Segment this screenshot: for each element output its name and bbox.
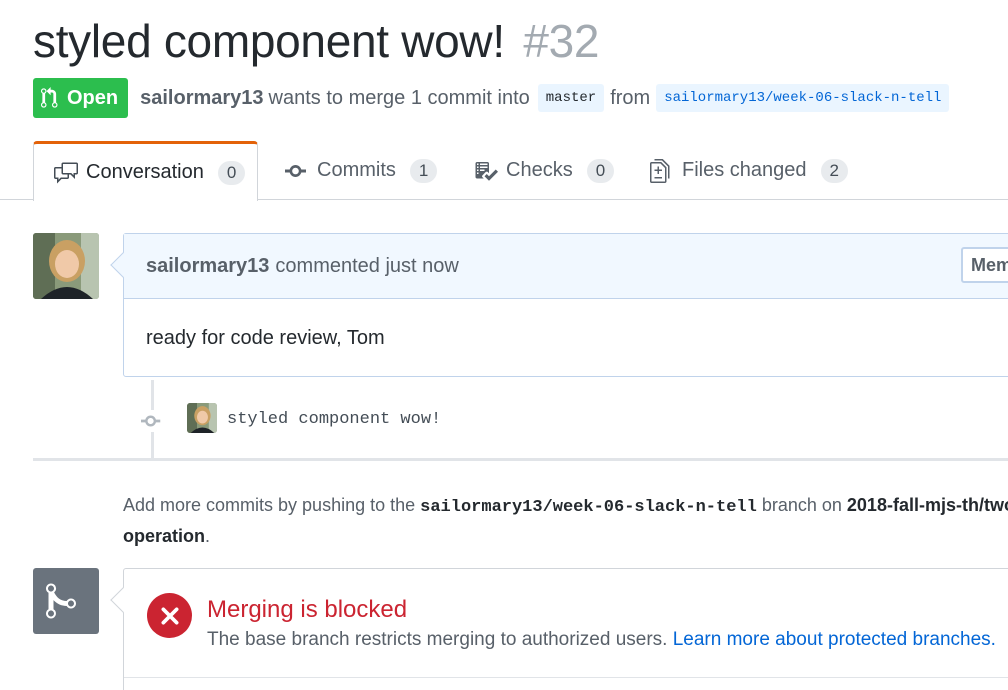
- hint-line2: operation: [123, 526, 206, 546]
- pr-state-badge: Open: [33, 78, 129, 118]
- commit-author-avatar[interactable]: [187, 403, 217, 433]
- git-commit-icon: [285, 164, 306, 177]
- blocked-status-badge: [147, 593, 192, 638]
- commit-dot: [141, 410, 163, 432]
- x-icon: [161, 607, 178, 624]
- comment-body: ready for code review, Tom: [146, 327, 385, 349]
- commit-message-link[interactable]: styled component wow!: [227, 410, 441, 429]
- pr-from-text: from: [610, 86, 651, 109]
- tab-checks-count: 0: [586, 158, 615, 183]
- pr-title: styled component wow! #32: [33, 14, 599, 68]
- diff-icon: [650, 158, 670, 183]
- pr-state-label: Open: [67, 86, 119, 109]
- hint-branch: sailormary13/week-06-slack-n-tell: [420, 498, 757, 517]
- tab-commits-label: Commits: [317, 159, 396, 181]
- merge-caret: [110, 587, 136, 613]
- pr-title-text: styled component wow!: [33, 15, 505, 67]
- push-hint: Add more commits by pushing to the sailo…: [123, 491, 1008, 550]
- comment-author-avatar[interactable]: [33, 233, 99, 299]
- pr-number: #32: [523, 15, 600, 67]
- pr-tabs: Conversation 0 Commits 1 Checks 0 Files …: [0, 141, 1008, 201]
- tab-files-count: 2: [820, 158, 848, 183]
- checklist-icon: [475, 161, 498, 181]
- protected-branches-link[interactable]: Learn more about protected branches.: [673, 629, 996, 650]
- tab-conversation[interactable]: Conversation 0: [33, 141, 258, 201]
- tab-checks-label: Checks: [506, 159, 573, 181]
- merge-blocked-description: The base branch restricts merging to aut…: [207, 629, 996, 651]
- hint-suffix: .: [205, 526, 211, 546]
- comment-discussion-icon: [54, 162, 78, 183]
- git-pull-request-icon: [41, 87, 58, 108]
- comment-header: sailormary13 commented just now Mem: [124, 234, 1008, 299]
- merge-status-icon: [33, 568, 99, 634]
- comment-action[interactable]: commented just now: [275, 255, 458, 278]
- comment-box: sailormary13 commented just now Mem read…: [110, 233, 1008, 377]
- merge-blocked-text: The base branch restricts merging to aut…: [207, 629, 668, 650]
- head-branch[interactable]: sailormary13/week-06-slack-n-tell: [656, 84, 950, 112]
- comment-author-link[interactable]: sailormary13: [146, 255, 269, 278]
- tab-commits-count: 1: [409, 158, 438, 183]
- merge-status-box: Merging is blocked The base branch restr…: [110, 568, 1008, 690]
- member-badge: Mem: [961, 247, 1008, 283]
- tab-files-label: Files changed: [682, 159, 807, 181]
- pr-merge-text: wants to merge 1 commit into: [268, 86, 530, 109]
- timeline-divider: [33, 458, 1008, 461]
- hint-middle: branch on: [761, 495, 842, 515]
- tab-conversation-label: Conversation: [86, 161, 204, 183]
- tab-commits[interactable]: Commits 1: [285, 141, 438, 200]
- tab-conversation-count: 0: [217, 160, 246, 185]
- base-branch[interactable]: master: [537, 84, 605, 112]
- pr-author-link[interactable]: sailormary13: [140, 87, 263, 110]
- avatar-image: [33, 233, 99, 299]
- git-merge-icon: [46, 583, 76, 619]
- git-commit-icon: [141, 415, 161, 427]
- tab-files-changed[interactable]: Files changed 2: [650, 141, 848, 200]
- merge-blocked-title: Merging is blocked: [207, 596, 408, 623]
- avatar-image: [187, 403, 217, 433]
- hint-prefix: Add more commits by pushing to the: [123, 495, 416, 515]
- hint-repo: 2018-fall-mjs-th/two: [846, 495, 1008, 515]
- merge-separator: [124, 677, 1008, 678]
- tab-checks[interactable]: Checks 0: [474, 141, 615, 200]
- pr-meta: Open sailormary13 wants to merge 1 commi…: [33, 78, 955, 118]
